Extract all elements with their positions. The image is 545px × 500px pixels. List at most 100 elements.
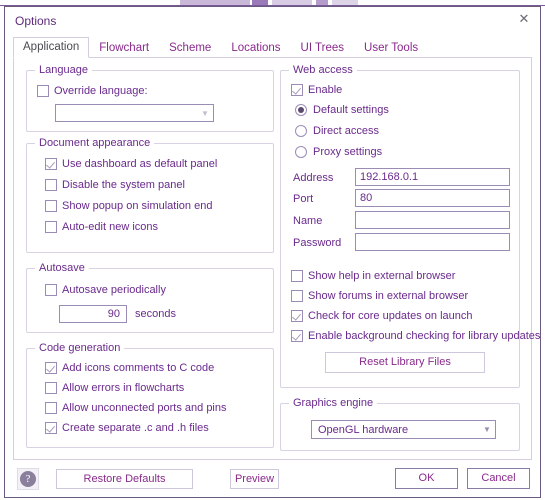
group-graphics-engine: Graphics engine OpenGL hardware ▼ — [280, 397, 520, 451]
tab-application[interactable]: Application — [13, 37, 90, 58]
checkbox-autosave-periodically[interactable]: Autosave periodically — [45, 284, 166, 296]
name-input[interactable] — [355, 211, 510, 229]
checkbox-label: Create separate .c and .h files — [62, 422, 209, 434]
tab-bar: Application Flowchart Scheme Locations U… — [13, 37, 428, 58]
checkbox-label: Allow unconnected ports and pins — [62, 402, 227, 414]
address-label: Address — [293, 172, 334, 184]
checkbox-label: Add icons comments to C code — [62, 362, 215, 374]
radio-label: Proxy settings — [313, 146, 383, 158]
group-language-legend: Language — [35, 64, 92, 76]
checkbox-override-language[interactable]: Override language: — [37, 85, 148, 97]
checkbox-box — [45, 200, 57, 212]
language-combo[interactable]: ▼ — [55, 104, 214, 122]
password-input[interactable] — [355, 233, 510, 251]
checkbox-box — [45, 158, 57, 170]
dialog-title-bar: Options ✕ — [5, 7, 540, 35]
radio-proxy-settings[interactable]: Proxy settings — [295, 146, 382, 158]
checkbox-show-forums-external-browser[interactable]: Show forums in external browser — [291, 290, 468, 302]
radio-circle — [295, 146, 307, 158]
page-title: Options — [15, 14, 57, 28]
preview-button[interactable]: Preview — [230, 469, 279, 489]
group-web-access: Web access Enable Default settings Direc… — [280, 64, 540, 388]
address-input[interactable] — [355, 168, 510, 186]
reset-library-files-button[interactable]: Reset Library Files — [325, 352, 485, 373]
application-tab-panel: Language Override language: ▼ Document a… — [13, 57, 540, 460]
password-label: Password — [293, 237, 342, 249]
tab-user-tools[interactable]: User Tools — [354, 38, 428, 58]
graphics-engine-combo[interactable]: OpenGL hardware ▼ — [311, 420, 496, 439]
checkbox-use-dashboard-default-panel[interactable]: Use dashboard as default panel — [45, 158, 217, 170]
checkbox-label: Allow errors in flowcharts — [62, 382, 185, 394]
checkbox-box — [291, 310, 303, 322]
checkbox-label: Auto-edit new icons — [62, 221, 158, 233]
radio-circle — [295, 104, 307, 116]
checkbox-show-help-external-browser[interactable]: Show help in external browser — [291, 270, 455, 282]
tab-scheme[interactable]: Scheme — [159, 38, 221, 58]
checkbox-box — [291, 330, 303, 342]
checkbox-box — [45, 284, 57, 296]
ok-button[interactable]: OK — [395, 468, 458, 489]
group-document-appearance-legend: Document appearance — [35, 137, 155, 149]
checkbox-box — [45, 179, 57, 191]
checkbox-label: Autosave periodically — [62, 284, 166, 296]
checkbox-disable-system-panel[interactable]: Disable the system panel — [45, 179, 185, 191]
checkbox-label: Disable the system panel — [62, 179, 185, 191]
tab-flowchart[interactable]: Flowchart — [89, 38, 159, 58]
checkbox-background-library-updates[interactable]: Enable background checking for library u… — [291, 330, 540, 342]
checkbox-allow-unconnected-ports[interactable]: Allow unconnected ports and pins — [45, 402, 227, 414]
autosave-interval-input[interactable] — [59, 305, 127, 323]
checkbox-add-icons-comments[interactable]: Add icons comments to C code — [45, 362, 214, 374]
checkbox-box — [45, 402, 57, 414]
help-button[interactable]: ? — [17, 468, 39, 490]
close-icon[interactable]: ✕ — [515, 11, 533, 27]
group-document-appearance: Document appearance Use dashboard as def… — [26, 137, 274, 253]
group-autosave-legend: Autosave — [35, 262, 89, 274]
checkbox-label: Use dashboard as default panel — [62, 158, 218, 170]
restore-defaults-button[interactable]: Restore Defaults — [56, 469, 193, 489]
checkbox-show-popup-simulation-end[interactable]: Show popup on simulation end — [45, 200, 212, 212]
port-input[interactable] — [355, 189, 510, 207]
checkbox-label: Enable — [308, 84, 343, 96]
radio-label: Default settings — [313, 104, 389, 116]
checkbox-label: Enable background checking for library u… — [308, 330, 541, 342]
checkbox-create-separate-files[interactable]: Create separate .c and .h files — [45, 422, 209, 434]
checkbox-box — [291, 290, 303, 302]
group-code-generation-legend: Code generation — [35, 342, 125, 354]
checkbox-label: Show forums in external browser — [308, 290, 469, 302]
chevron-down-icon: ▼ — [201, 108, 209, 118]
checkbox-box — [45, 422, 57, 434]
checkbox-box — [45, 221, 57, 233]
port-label: Port — [293, 193, 314, 205]
checkbox-label: Check for core updates on launch — [308, 310, 473, 322]
checkbox-allow-errors-flowcharts[interactable]: Allow errors in flowcharts — [45, 382, 184, 394]
radio-label: Direct access — [313, 125, 380, 137]
group-code-generation: Code generation Add icons comments to C … — [26, 342, 274, 448]
tab-locations[interactable]: Locations — [221, 38, 290, 58]
options-dialog: Options ✕ Application Flowchart Scheme L… — [4, 6, 541, 498]
graphics-engine-combo-value: OpenGL hardware — [318, 423, 409, 436]
question-mark-icon: ? — [20, 471, 36, 487]
checkbox-box — [291, 84, 303, 96]
checkbox-auto-edit-new-icons[interactable]: Auto-edit new icons — [45, 221, 158, 233]
checkbox-box — [37, 85, 49, 97]
checkbox-web-access-enable[interactable]: Enable — [291, 84, 342, 96]
chevron-down-icon: ▼ — [483, 425, 491, 434]
group-web-access-legend: Web access — [289, 64, 357, 76]
cancel-button[interactable]: Cancel — [467, 468, 530, 489]
radio-direct-access[interactable]: Direct access — [295, 125, 379, 137]
checkbox-box — [45, 382, 57, 394]
checkbox-box — [291, 270, 303, 282]
checkbox-check-core-updates[interactable]: Check for core updates on launch — [291, 310, 473, 322]
checkbox-label: Show help in external browser — [308, 270, 456, 282]
checkbox-label: Show popup on simulation end — [62, 200, 213, 212]
group-graphics-engine-legend: Graphics engine — [289, 397, 378, 409]
radio-default-settings[interactable]: Default settings — [295, 104, 389, 116]
group-language: Language Override language: ▼ — [26, 64, 274, 132]
radio-circle — [295, 125, 307, 137]
checkbox-box — [45, 362, 57, 374]
name-label: Name — [293, 215, 323, 227]
autosave-units-label: seconds — [135, 308, 176, 320]
checkbox-label: Override language: — [54, 85, 148, 97]
group-autosave: Autosave Autosave periodically seconds — [26, 262, 274, 333]
tab-ui-trees[interactable]: UI Trees — [291, 38, 354, 58]
